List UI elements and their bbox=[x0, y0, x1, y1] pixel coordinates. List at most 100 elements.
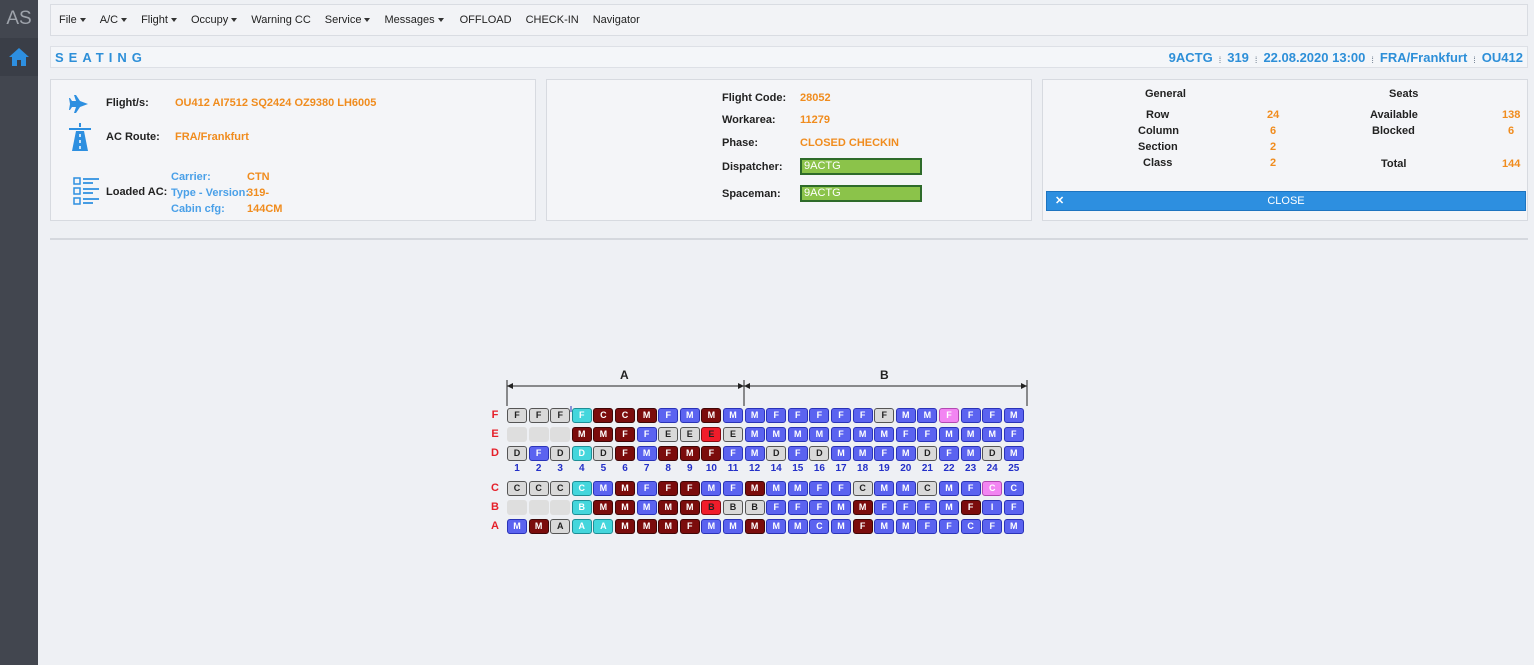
seat[interactable]: F bbox=[1003, 500, 1024, 515]
seat[interactable]: M bbox=[1003, 446, 1024, 461]
seat[interactable]: M bbox=[852, 446, 873, 461]
seat[interactable]: I bbox=[982, 500, 1003, 515]
seat[interactable]: M bbox=[744, 481, 765, 496]
seat[interactable]: M bbox=[615, 519, 635, 534]
seat[interactable]: F bbox=[939, 446, 959, 461]
seat[interactable]: M bbox=[744, 446, 765, 461]
seat[interactable]: M bbox=[982, 427, 1003, 442]
seat[interactable]: F bbox=[787, 500, 808, 515]
seat[interactable]: F bbox=[658, 481, 679, 496]
seat[interactable]: D bbox=[982, 446, 1003, 461]
seat[interactable]: F bbox=[874, 500, 895, 515]
seat[interactable]: F bbox=[615, 427, 635, 442]
seat[interactable]: A bbox=[550, 519, 571, 534]
seat[interactable]: F bbox=[895, 427, 916, 442]
seat[interactable]: F bbox=[852, 519, 873, 534]
menu-occupy[interactable]: Occupy bbox=[191, 14, 238, 26]
seat[interactable]: F bbox=[982, 519, 1003, 534]
seat[interactable]: B bbox=[571, 500, 592, 515]
seat[interactable]: F bbox=[831, 427, 851, 442]
seat[interactable]: F bbox=[658, 408, 679, 423]
menu-warning-cc[interactable]: Warning CC bbox=[251, 14, 311, 26]
menu-service[interactable]: Service bbox=[325, 14, 371, 26]
seat[interactable]: F bbox=[939, 519, 959, 534]
seat[interactable]: F bbox=[852, 408, 873, 423]
seat[interactable]: M bbox=[895, 481, 916, 496]
seat[interactable]: F bbox=[809, 500, 830, 515]
seat[interactable]: A bbox=[593, 519, 614, 534]
seat[interactable]: M bbox=[939, 481, 959, 496]
seat[interactable]: F bbox=[528, 446, 549, 461]
seat[interactable]: F bbox=[636, 427, 657, 442]
seat[interactable]: D bbox=[593, 446, 614, 461]
seat[interactable]: M bbox=[895, 446, 916, 461]
seat[interactable]: M bbox=[787, 481, 808, 496]
seat[interactable]: M bbox=[615, 500, 635, 515]
seat[interactable]: F bbox=[809, 481, 830, 496]
seat[interactable]: M bbox=[939, 500, 959, 515]
seat[interactable]: M bbox=[658, 500, 679, 515]
seat[interactable]: M bbox=[831, 446, 851, 461]
seat[interactable]: F bbox=[874, 408, 895, 423]
seat[interactable]: M bbox=[615, 481, 635, 496]
seat[interactable]: F bbox=[809, 408, 830, 423]
seat[interactable]: F bbox=[701, 446, 722, 461]
seat[interactable]: C bbox=[507, 481, 527, 496]
seat[interactable]: F bbox=[636, 481, 657, 496]
seat[interactable]: M bbox=[636, 519, 657, 534]
seat[interactable]: F bbox=[917, 427, 938, 442]
seat[interactable]: F bbox=[874, 446, 895, 461]
seat[interactable]: M bbox=[723, 408, 743, 423]
seat[interactable]: C bbox=[528, 481, 549, 496]
seat[interactable]: F bbox=[766, 500, 787, 515]
menu-offload[interactable]: OFFLOAD bbox=[460, 14, 512, 26]
menu-file[interactable]: File bbox=[59, 14, 86, 26]
seat[interactable]: M bbox=[593, 481, 614, 496]
seat[interactable]: M bbox=[874, 519, 895, 534]
seat[interactable]: M bbox=[701, 519, 722, 534]
seat[interactable]: M bbox=[528, 519, 549, 534]
seat[interactable]: M bbox=[701, 408, 722, 423]
seat[interactable]: F bbox=[679, 519, 700, 534]
seat[interactable]: M bbox=[744, 519, 765, 534]
seat[interactable]: M bbox=[874, 427, 895, 442]
seat[interactable]: M bbox=[593, 427, 614, 442]
seat[interactable]: B bbox=[723, 500, 743, 515]
seat[interactable]: C bbox=[852, 481, 873, 496]
seat[interactable]: M bbox=[766, 519, 787, 534]
seat[interactable]: F bbox=[917, 500, 938, 515]
seat[interactable]: E bbox=[658, 427, 679, 442]
seat[interactable]: F bbox=[895, 500, 916, 515]
seat[interactable]: F bbox=[723, 446, 743, 461]
seat[interactable]: M bbox=[939, 427, 959, 442]
spaceman-field[interactable]: 9ACTG bbox=[800, 185, 922, 202]
seat[interactable]: M bbox=[874, 481, 895, 496]
seat[interactable]: F bbox=[571, 408, 592, 423]
seat[interactable]: F bbox=[658, 446, 679, 461]
seat[interactable]: M bbox=[766, 427, 787, 442]
seat[interactable]: C bbox=[917, 481, 938, 496]
seat[interactable]: C bbox=[982, 481, 1003, 496]
seat[interactable]: F bbox=[939, 408, 959, 423]
seat[interactable]: F bbox=[982, 408, 1003, 423]
seat[interactable]: E bbox=[723, 427, 743, 442]
seat[interactable]: M bbox=[895, 519, 916, 534]
seat[interactable]: E bbox=[679, 427, 700, 442]
seat[interactable]: D bbox=[571, 446, 592, 461]
seat[interactable]: M bbox=[571, 427, 592, 442]
seat[interactable]: B bbox=[701, 500, 722, 515]
seat[interactable]: M bbox=[744, 427, 765, 442]
seat[interactable]: M bbox=[679, 446, 700, 461]
seat[interactable]: M bbox=[636, 446, 657, 461]
seat[interactable]: D bbox=[550, 446, 571, 461]
seat[interactable]: M bbox=[917, 408, 938, 423]
seat[interactable]: M bbox=[658, 519, 679, 534]
seat[interactable]: M bbox=[679, 408, 700, 423]
seat[interactable]: M bbox=[831, 500, 851, 515]
seat[interactable]: F bbox=[679, 481, 700, 496]
seat[interactable]: D bbox=[917, 446, 938, 461]
seat[interactable]: M bbox=[809, 427, 830, 442]
seat[interactable]: F bbox=[960, 500, 981, 515]
seat[interactable]: M bbox=[744, 408, 765, 423]
seat[interactable]: M bbox=[507, 519, 527, 534]
